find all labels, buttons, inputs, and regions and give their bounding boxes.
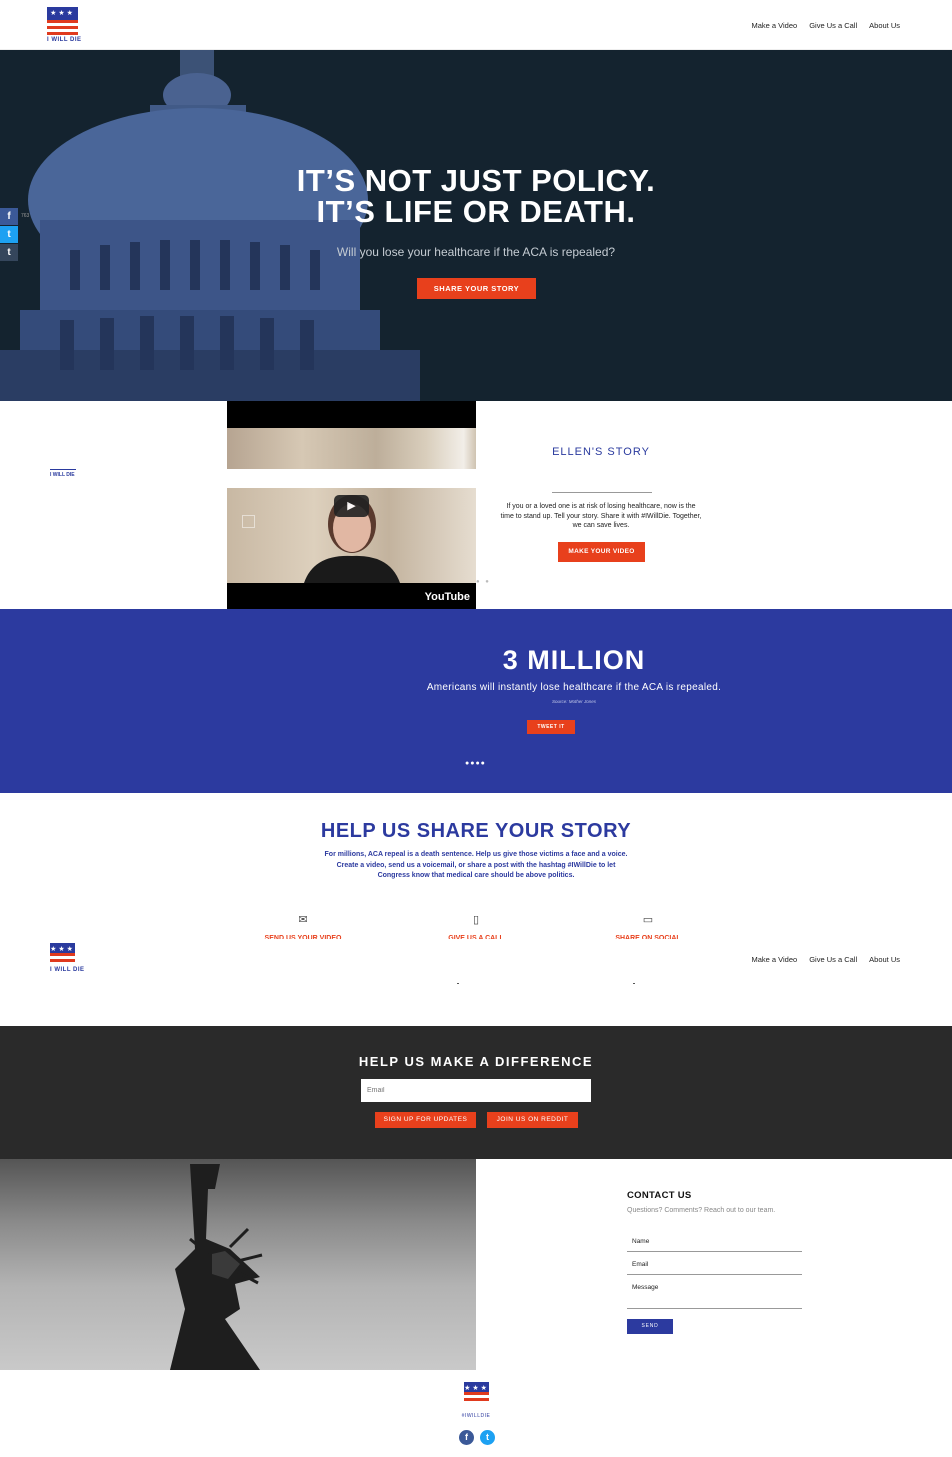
site-footer: ★★★ #IWILLDIE f t: [0, 1370, 952, 1457]
nav-about-us[interactable]: About Us: [869, 21, 900, 30]
nav-about-us[interactable]: About Us: [869, 955, 900, 964]
facebook-icon[interactable]: f: [0, 208, 18, 225]
contact-subtitle: Questions? Comments? Reach out to our te…: [627, 1207, 776, 1214]
newsletter-section: HELP US MAKE A DIFFERENCE SIGN UP FOR UP…: [0, 1026, 952, 1159]
make-video-button[interactable]: MAKE YOUR VIDEO: [558, 542, 645, 562]
newsletter-title: HELP US MAKE A DIFFERENCE: [358, 1054, 594, 1069]
sticky-nav: Make a Video Give Us a Call About Us: [751, 955, 900, 964]
name-field[interactable]: Name: [627, 1238, 802, 1252]
envelope-icon[interactable]: ✉: [296, 914, 310, 926]
nav-give-call[interactable]: Give Us a Call: [809, 21, 857, 30]
share-story-button[interactable]: SHARE YOUR STORY: [417, 278, 536, 299]
hero-headline: IT’S NOT JUST POLICY. IT’S LIFE OR DEATH…: [0, 165, 952, 227]
share-social-label[interactable]: SHARE ON SOCIAL: [593, 934, 703, 939]
send-button[interactable]: SEND: [627, 1319, 673, 1334]
divider: [457, 983, 459, 984]
logo-text: I WILL DIE: [47, 37, 82, 43]
divider: [552, 492, 652, 493]
site-logo[interactable]: ★★★ I WILL DIE: [47, 7, 82, 44]
slider-dots[interactable]: ●●●●: [465, 760, 486, 767]
give-call-label[interactable]: GIVE US A CALL: [421, 934, 531, 939]
carousel-dots[interactable]: ● ●: [476, 579, 491, 585]
footer-logo[interactable]: ★★★: [464, 1382, 489, 1409]
stat-section: 3 MILLION Americans will instantly lose …: [0, 609, 952, 793]
phone-icon[interactable]: ▯: [469, 914, 483, 926]
prev-arrow-icon[interactable]: [242, 515, 255, 528]
stat-source: Source: Mother Jones: [551, 699, 597, 704]
sticky-header: ★★★ I WILL DIE Make a Video Give Us a Ca…: [0, 940, 952, 985]
twitter-icon[interactable]: t: [0, 226, 18, 243]
signup-updates-button[interactable]: SIGN UP FOR UPDATES: [375, 1112, 476, 1128]
flag-icon: ★★★: [47, 7, 78, 35]
facebook-icon[interactable]: f: [459, 1430, 474, 1445]
divider: [633, 983, 635, 984]
statue-of-liberty-image: [0, 1159, 476, 1370]
story-title: ELLEN'S STORY: [552, 446, 650, 458]
hero-section: IT’S NOT JUST POLICY. IT’S LIFE OR DEATH…: [0, 50, 952, 401]
video-thumbnail[interactable]: [227, 401, 476, 469]
social-share-bar: f t t 763: [0, 208, 29, 262]
flag-icon: ★★★: [50, 943, 75, 965]
message-field[interactable]: Message: [627, 1284, 802, 1309]
stat-description: Americans will instantly lose healthcare…: [426, 682, 722, 693]
flag-icon: ★★★: [464, 1382, 489, 1404]
tweet-it-button[interactable]: TWEET IT: [527, 720, 575, 734]
nav-make-video[interactable]: Make a Video: [751, 955, 797, 964]
story-section: I WILL DIE ▶ YouTube ● ● ELLEN'S STORY I…: [0, 401, 952, 609]
email-field[interactable]: Email: [627, 1261, 802, 1275]
site-header: ★★★ I WILL DIE Make a Video Give Us a Ca…: [0, 0, 952, 50]
help-title: HELP US SHARE YOUR STORY: [320, 820, 632, 842]
help-section: HELP US SHARE YOUR STORY For millions, A…: [0, 793, 952, 1026]
stat-number: 3 MILLION: [502, 645, 646, 675]
send-video-label[interactable]: SEND US YOUR VIDEO: [248, 934, 358, 939]
newsletter-email-input[interactable]: [361, 1079, 591, 1102]
story-logo-text: I WILL DIE: [50, 472, 75, 478]
nav-make-video[interactable]: Make a Video: [751, 21, 797, 30]
story-body: If you or a loved one is at risk of losi…: [500, 503, 702, 529]
main-nav: Make a Video Give Us a Call About Us: [751, 21, 900, 30]
sticky-logo-text: I WILL DIE: [50, 967, 85, 973]
play-icon[interactable]: ▶: [334, 495, 369, 517]
youtube-logo[interactable]: YouTube: [425, 591, 470, 603]
contact-section: CONTACT US Questions? Comments? Reach ou…: [0, 1159, 952, 1370]
chat-icon[interactable]: ▭: [641, 914, 655, 926]
nav-give-call[interactable]: Give Us a Call: [809, 955, 857, 964]
story-logo: I WILL DIE: [50, 469, 76, 478]
video-player[interactable]: ▶ YouTube: [227, 488, 476, 609]
hero-subhead: Will you lose your healthcare if the ACA…: [336, 245, 616, 259]
join-reddit-button[interactable]: JOIN US ON REDDIT: [487, 1112, 578, 1128]
headline-line-1: IT’S NOT JUST POLICY.: [296, 163, 656, 198]
sticky-logo[interactable]: ★★★ I WILL DIE: [50, 943, 85, 974]
tumblr-icon[interactable]: t: [0, 244, 18, 261]
contact-title: CONTACT US: [627, 1190, 692, 1201]
twitter-icon[interactable]: t: [480, 1430, 495, 1445]
headline-line-2: IT’S LIFE OR DEATH.: [316, 194, 636, 229]
help-body: For millions, ACA repeal is a death sent…: [324, 851, 628, 879]
share-count: 763: [21, 213, 30, 219]
footer-hashtag: #IWILLDIE: [461, 1413, 491, 1419]
